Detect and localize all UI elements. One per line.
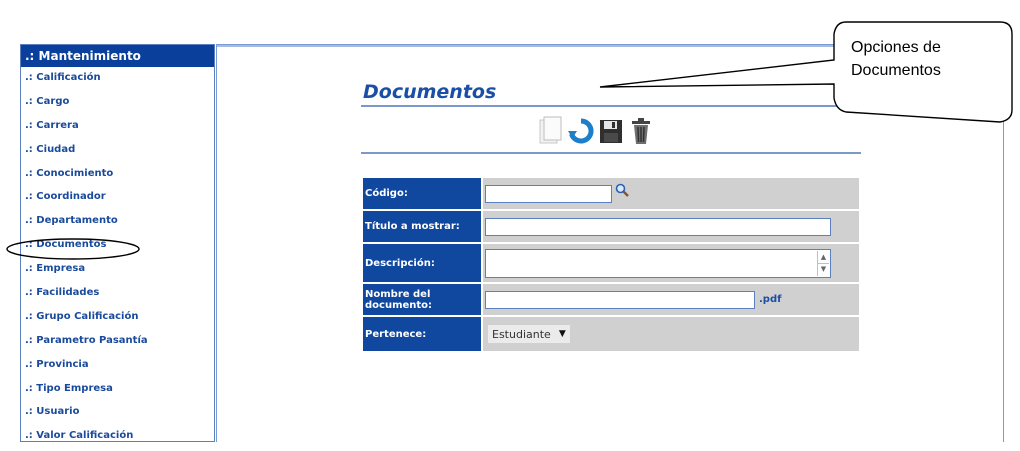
descripcion-textarea[interactable]: ▲ ▼ (485, 248, 831, 278)
sidebar-item-label: Tipo Empresa (36, 382, 113, 394)
sidebar-menu: .: Mantenimiento .: Calificación.: Cargo… (20, 44, 215, 442)
nombre-label: Nombre del documento: (363, 284, 481, 315)
sidebar-item-bullet: .: (25, 119, 33, 131)
sidebar-item-label: Cargo (36, 95, 70, 107)
form-row-pertenece: Pertenece: Estudiante ▼ (363, 317, 859, 351)
sidebar-item-facilidades[interactable]: .: Facilidades (21, 282, 214, 306)
sidebar-item-label: Ciudad (36, 143, 76, 155)
sidebar-item-bullet: .: (25, 191, 33, 203)
sidebar-item-ciudad[interactable]: .: Ciudad (21, 139, 214, 163)
sidebar-item-bullet: .: (25, 95, 33, 107)
sidebar-item-bullet: .: (25, 72, 33, 83)
sidebar-item-bullet: .: (25, 263, 33, 275)
sidebar-items: .: Calificación.: Cargo.: Carrera.: Ciud… (21, 67, 214, 442)
nombre-input[interactable] (485, 290, 755, 309)
sidebar-item-bullet: .: (25, 239, 33, 251)
sidebar-item-documentos[interactable]: .: Documentos (21, 234, 214, 259)
sidebar-item-provincia[interactable]: .: Provincia (21, 354, 214, 378)
toolbar-divider (361, 152, 861, 154)
sidebar-item-departamento[interactable]: .: Departamento (21, 210, 214, 235)
callout-text: Opciones de Documentos (851, 39, 941, 79)
form-row-descripcion: Descripción: ▲ ▼ (363, 244, 859, 282)
title-divider (361, 105, 861, 107)
sidebar-item-label: Parametro Pasantía (36, 334, 148, 346)
page-title: Documentos (363, 81, 497, 103)
sidebar-item-grupo-calificaci-n[interactable]: .: Grupo Calificación (21, 306, 214, 330)
sidebar-item-bullet: .: (25, 215, 33, 227)
pertenece-label: Pertenece: (363, 317, 481, 351)
textarea-scrollbar[interactable]: ▲ ▼ (817, 250, 829, 276)
sidebar-item-calificaci-n[interactable]: .: Calificación (21, 67, 214, 91)
sidebar-item-usuario[interactable]: .: Usuario (21, 401, 214, 426)
pdf-suffix: .pdf (759, 294, 782, 305)
sidebar-item-label: Carrera (36, 119, 79, 131)
sidebar-item-empresa[interactable]: .: Empresa (21, 258, 214, 283)
sidebar-header: .: Mantenimiento (21, 45, 214, 67)
sidebar-item-label: Documentos (36, 239, 107, 251)
sidebar-item-label: Grupo Calificación (36, 310, 139, 322)
refresh-icon[interactable] (567, 115, 595, 147)
titulo-field-cell (481, 211, 859, 242)
sidebar-item-label: Usuario (36, 406, 80, 418)
sidebar-item-bullet: .: (25, 143, 33, 155)
form-row-nombre: Nombre del documento: .pdf (363, 284, 859, 315)
toolbar (537, 113, 655, 149)
sidebar-item-label: Conocimiento (36, 167, 114, 179)
sidebar-item-label: Coordinador (36, 191, 106, 203)
sidebar-item-parametro-pasant-a[interactable]: .: Parametro Pasantía (21, 330, 214, 354)
search-icon[interactable] (615, 183, 629, 197)
codigo-input[interactable] (485, 184, 612, 203)
sidebar-item-label: Facilidades (36, 287, 100, 299)
sidebar-item-bullet: .: (25, 334, 33, 346)
sidebar-item-valor-calificaci-n[interactable]: .: Valor Calificación (21, 425, 214, 442)
sidebar-item-bullet: .: (25, 358, 33, 370)
document-form: Código: Título a mostrar: Descripción: ▲… (363, 178, 859, 353)
sidebar-item-label: Provincia (36, 358, 89, 370)
sidebar-item-bullet: .: (25, 287, 33, 299)
sidebar-item-bullet: .: (25, 382, 33, 394)
sidebar-item-label: Empresa (36, 263, 86, 275)
scroll-down-icon[interactable]: ▼ (818, 263, 829, 275)
chevron-down-icon: ▼ (558, 329, 566, 339)
sidebar-item-label: Calificación (36, 72, 101, 83)
form-row-titulo: Título a mostrar: (363, 211, 859, 242)
delete-icon[interactable] (627, 115, 655, 147)
descripcion-label: Descripción: (363, 244, 481, 282)
main-panel: Documentos Código: Título a mostrar: Des… (216, 44, 1004, 442)
titulo-label: Título a mostrar: (363, 211, 481, 242)
sidebar-item-carrera[interactable]: .: Carrera (21, 115, 214, 139)
nombre-field-cell: .pdf (481, 284, 859, 315)
sidebar-item-bullet: .: (25, 167, 33, 179)
sidebar-item-cargo[interactable]: .: Cargo (21, 91, 214, 115)
sidebar-item-bullet: .: (25, 310, 33, 322)
codigo-label: Código: (363, 178, 481, 209)
pertenece-field-cell: Estudiante ▼ (481, 317, 859, 351)
sidebar-item-tipo-empresa[interactable]: .: Tipo Empresa (21, 378, 214, 402)
sidebar-item-bullet: .: (25, 430, 33, 442)
descripcion-field-cell: ▲ ▼ (481, 244, 859, 282)
codigo-field-cell (481, 178, 859, 209)
sidebar-item-bullet: .: (25, 406, 33, 418)
new-document-icon[interactable] (537, 115, 565, 147)
save-icon[interactable] (597, 115, 625, 147)
sidebar-item-label: Valor Calificación (36, 430, 134, 442)
sidebar-item-conocimiento[interactable]: .: Conocimiento (21, 163, 214, 187)
sidebar-item-label: Departamento (36, 215, 118, 227)
pertenece-selected-value: Estudiante (492, 327, 551, 341)
pertenece-select[interactable]: Estudiante ▼ (487, 324, 571, 344)
titulo-input[interactable] (485, 217, 831, 236)
sidebar-item-coordinador[interactable]: .: Coordinador (21, 186, 214, 211)
form-row-codigo: Código: (363, 178, 859, 209)
